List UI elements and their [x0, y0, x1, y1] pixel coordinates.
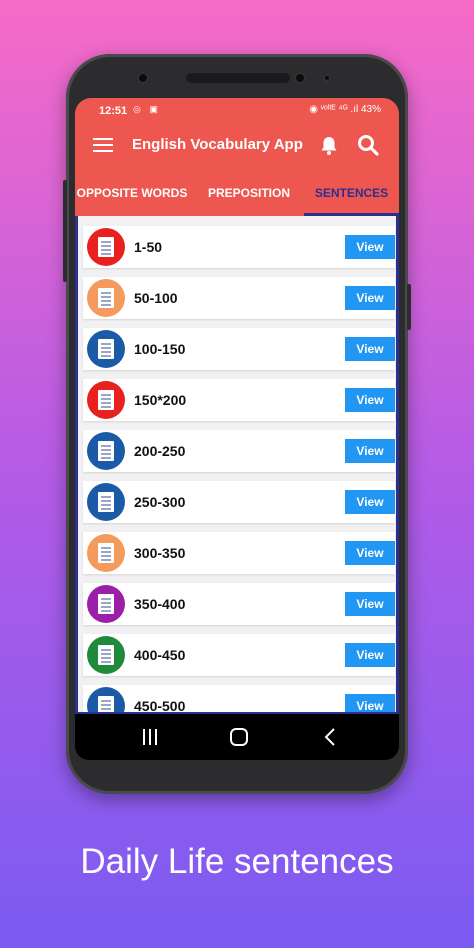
view-button[interactable]: View: [345, 286, 395, 310]
list-item[interactable]: 350-400 View: [83, 583, 395, 625]
promo-caption: Daily Life sentences: [80, 842, 394, 881]
document-icon: [87, 687, 125, 714]
list-item[interactable]: 250-300 View: [83, 481, 395, 523]
list-item[interactable]: 100-150 View: [83, 328, 395, 370]
list-item[interactable]: 400-450 View: [83, 634, 395, 676]
volume-button: [63, 180, 67, 282]
front-camera-icon: [137, 72, 149, 84]
list-item-label: 200-250: [134, 443, 186, 459]
list-item[interactable]: 150*200 View: [83, 379, 395, 421]
list-item[interactable]: 450-500 View: [83, 685, 395, 714]
home-icon[interactable]: [226, 726, 252, 748]
list-item-label: 150*200: [134, 392, 187, 408]
status-signal-battery: ◉ ᵛᵒˡᵗᴱ ⁴ᴳ .ıl 43%: [309, 104, 381, 115]
view-button[interactable]: View: [345, 235, 395, 259]
system-nav-bar: [75, 714, 399, 760]
document-icon: [87, 534, 125, 572]
app-bar: English Vocabulary App: [75, 122, 399, 170]
tab-sentences[interactable]: SENTENCES: [304, 170, 399, 216]
list-item[interactable]: 1-50 View: [83, 226, 395, 268]
status-notification-icons: ◎ ▣: [133, 104, 161, 114]
sentence-list[interactable]: 1-50 View 50-100 View 100-150 View 150*2…: [75, 216, 399, 714]
tab-preposition[interactable]: PREPOSITION: [202, 170, 296, 216]
document-icon: [87, 330, 125, 368]
list-item-label: 400-450: [134, 647, 186, 663]
search-icon[interactable]: [356, 133, 380, 157]
view-button[interactable]: View: [345, 439, 395, 463]
list-item-label: 100-150: [134, 341, 186, 357]
hamburger-menu-icon[interactable]: [93, 138, 113, 152]
view-button[interactable]: View: [345, 694, 395, 714]
proximity-sensor-icon: [323, 74, 331, 82]
view-button[interactable]: View: [345, 337, 395, 361]
app-title: English Vocabulary App: [132, 136, 303, 153]
power-button: [407, 284, 411, 330]
list-item-label: 350-400: [134, 596, 186, 612]
phone-screen: 12:51 ◎ ▣ ◉ ᵛᵒˡᵗᴱ ⁴ᴳ .ıl 43% English Voc…: [75, 98, 399, 760]
view-button[interactable]: View: [345, 592, 395, 616]
list-item-label: 300-350: [134, 545, 186, 561]
view-button[interactable]: View: [345, 388, 395, 412]
list-item[interactable]: 200-250 View: [83, 430, 395, 472]
list-item[interactable]: 300-350 View: [83, 532, 395, 574]
earpiece-speaker: [186, 73, 290, 83]
document-icon: [87, 636, 125, 674]
document-icon: [87, 585, 125, 623]
list-item[interactable]: 50-100 View: [83, 277, 395, 319]
document-icon: [87, 381, 125, 419]
list-item-label: 250-300: [134, 494, 186, 510]
view-button[interactable]: View: [345, 490, 395, 514]
view-button[interactable]: View: [345, 643, 395, 667]
document-icon: [87, 432, 125, 470]
status-time: 12:51: [99, 105, 128, 117]
status-bar: 12:51 ◎ ▣ ◉ ᵛᵒˡᵗᴱ ⁴ᴳ .ıl 43%: [75, 98, 399, 122]
list-item-label: 50-100: [134, 290, 178, 306]
tab-opposite-words[interactable]: OPPOSITE WORDS: [75, 170, 189, 216]
front-sensor-icon: [294, 72, 306, 84]
recent-apps-icon[interactable]: [137, 726, 163, 748]
document-icon: [87, 228, 125, 266]
back-icon[interactable]: [318, 726, 344, 748]
bell-icon[interactable]: [317, 134, 341, 158]
document-icon: [87, 279, 125, 317]
document-icon: [87, 483, 125, 521]
list-item-label: 1-50: [134, 239, 163, 255]
view-button[interactable]: View: [345, 541, 395, 565]
tab-bar: OPPOSITE WORDS PREPOSITION SENTENCES: [75, 170, 399, 216]
